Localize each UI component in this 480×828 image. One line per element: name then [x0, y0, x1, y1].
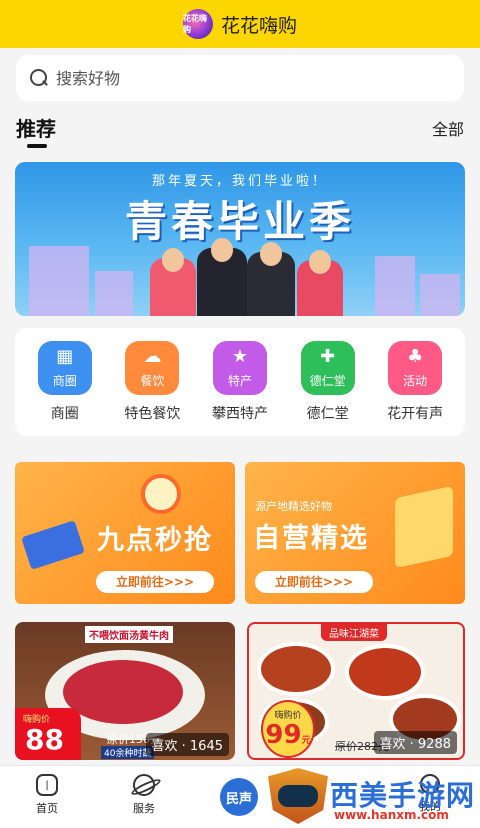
banner-title: 青春毕业季	[124, 197, 355, 246]
category-item-events[interactable]: ♣ 活动 花开有声	[373, 341, 457, 423]
category-label: 攀西特产	[211, 406, 268, 422]
phone-illustration	[21, 520, 85, 570]
tile-label: 餐饮	[140, 374, 165, 388]
category-item-pharmacy[interactable]: ✚ 德仁堂 德仁堂	[286, 341, 370, 423]
graduation-banner[interactable]: 那年夏天，我们毕业啦！ 青春毕业季	[15, 162, 465, 316]
category-label: 特色餐饮	[124, 406, 181, 422]
promo-title: 九点秒抢	[97, 525, 213, 556]
price-unit: 元	[301, 736, 311, 746]
glyph: ✚	[320, 346, 336, 367]
category-label: 商圈	[50, 406, 79, 422]
likes-count: 喜欢 · 9288	[373, 731, 457, 754]
building-decoration	[95, 271, 133, 316]
promo-go-button[interactable]: 立即前往>>>	[96, 571, 214, 593]
search-input[interactable]	[56, 68, 436, 88]
tile-label: 活动	[403, 374, 428, 388]
search-bar[interactable]	[16, 55, 464, 101]
alarm-clock-icon	[141, 474, 181, 514]
promo-self-operated[interactable]: 源产地精选好物 自营精选 立即前往>>>	[245, 462, 465, 604]
promo-kicker: 源产地精选好物	[255, 500, 332, 513]
beef-slices	[63, 660, 183, 724]
search-icon	[30, 69, 48, 87]
planet-icon	[133, 774, 155, 796]
warehouse-illustration	[395, 485, 453, 569]
glyph: ★	[231, 346, 249, 367]
product-card-beef[interactable]: 不喂饮面汤黄牛肉 嗨购价 88 原价150元 40余种时蔬 喜欢 · 1645	[15, 622, 235, 760]
palm-tree-icon[interactable]: ♣ 活动	[388, 341, 443, 395]
tab-voice-center[interactable]: 民声	[220, 778, 258, 816]
price-badge: 嗨购价 99元	[261, 700, 315, 758]
tab-home[interactable]: | 首页	[17, 774, 77, 816]
tab-label: 服务	[133, 802, 155, 815]
tab-label: 首页	[36, 802, 58, 815]
price-badge: 嗨购价 88	[15, 708, 81, 760]
dish-plate	[257, 642, 335, 696]
view-all-link[interactable]: 全部	[432, 116, 464, 140]
dish-plate	[345, 644, 425, 700]
tile-label: 商圈	[52, 374, 77, 388]
watermark-url: www.hanxm.com	[334, 808, 449, 822]
banner-subtitle: 那年夏天，我们毕业啦！	[151, 174, 328, 189]
building-decoration	[375, 256, 415, 316]
category-label: 德仁堂	[306, 406, 349, 422]
medical-kit-icon[interactable]: ✚ 德仁堂	[300, 341, 355, 395]
category-grid: ▦ 商圈 商圈 ☁ 餐饮 特色餐饮 ★ 特产 攀西特产 ✚ 德仁堂 德仁堂 ♣ …	[15, 328, 465, 436]
graduate-head	[260, 242, 282, 266]
home-icon: |	[36, 774, 58, 796]
glyph: ☁	[143, 346, 162, 367]
product-card-dishes[interactable]: 品味江湖菜 嗨购价 99元 原价282元 喜欢 · 9288	[247, 622, 465, 760]
basket-icon[interactable]: ▦ 商圈	[37, 341, 92, 395]
product-headline: 不喂饮面汤黄牛肉	[85, 626, 173, 643]
star-bag-icon[interactable]: ★ 特产	[212, 341, 267, 395]
product-headline: 品味江湖菜	[321, 624, 387, 641]
gamepad-icon	[278, 785, 318, 807]
promo-title: 自营精选	[253, 523, 369, 554]
active-tab-indicator	[27, 144, 47, 148]
price-value: 99	[265, 720, 302, 750]
student-head	[162, 248, 184, 272]
building-decoration	[420, 274, 460, 316]
building-decoration	[29, 246, 89, 316]
promo-go-button[interactable]: 立即前往>>>	[255, 571, 373, 593]
app-logo: 花花嗨购	[182, 9, 213, 39]
likes-count: 喜欢 · 1645	[145, 733, 229, 756]
chef-hat-icon[interactable]: ☁ 餐饮	[125, 341, 180, 395]
app-title: 花花嗨购	[220, 14, 297, 37]
category-item-food[interactable]: ☁ 餐饮 特色餐饮	[110, 341, 194, 423]
glyph: ♣	[407, 346, 424, 367]
student-head	[309, 250, 331, 274]
category-item-specialty[interactable]: ★ 特产 攀西特产	[198, 341, 282, 423]
tab-service[interactable]: 服务	[114, 774, 174, 816]
glyph: ▦	[56, 346, 74, 367]
graduate-head	[211, 238, 233, 262]
app-header: 花花嗨购 花花嗨购	[0, 0, 480, 48]
logo-text: 花花嗨购	[182, 14, 207, 34]
price-value: 88	[25, 723, 64, 756]
category-item-shopping-district[interactable]: ▦ 商圈 商圈	[23, 341, 107, 423]
promo-flash-sale[interactable]: 九点秒抢 立即前往>>>	[15, 462, 235, 604]
category-label: 花开有声	[387, 406, 444, 422]
tile-label: 德仁堂	[309, 374, 346, 388]
section-title-recommend[interactable]: 推荐	[16, 113, 56, 142]
tile-label: 特产	[227, 374, 252, 388]
